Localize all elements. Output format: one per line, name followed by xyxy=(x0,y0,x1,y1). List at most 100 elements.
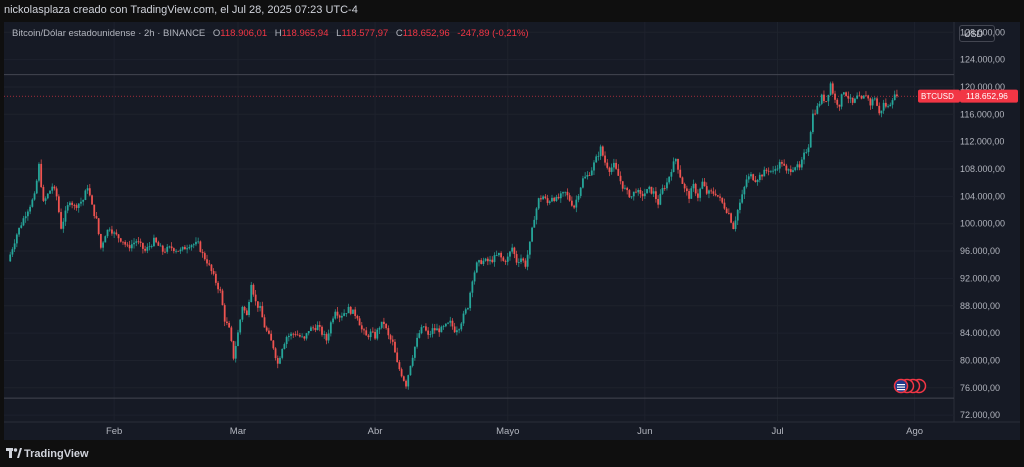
candle-body xyxy=(655,191,657,199)
candle-body xyxy=(657,198,660,205)
candle-body xyxy=(876,98,878,106)
candle-body xyxy=(199,241,202,252)
candle-body xyxy=(462,313,465,324)
candle-body xyxy=(464,309,467,314)
candle-body xyxy=(570,200,573,206)
chart-panel[interactable]: 72.000,00 76.000,00 80.000,00 84.000,00 88.0… xyxy=(4,22,1020,440)
candle-body xyxy=(486,258,489,262)
candle-body xyxy=(632,191,635,197)
candle-body xyxy=(316,325,319,331)
candle-body xyxy=(88,188,91,196)
candle-body xyxy=(648,186,651,190)
candle-body xyxy=(77,203,80,208)
candle-body xyxy=(427,330,430,335)
candle-body xyxy=(681,177,684,184)
candle-body xyxy=(579,187,582,196)
candle-body xyxy=(80,201,82,204)
candle-body xyxy=(268,330,270,334)
candle-body xyxy=(402,376,405,381)
candle-body xyxy=(398,362,401,370)
candle-body xyxy=(208,263,211,265)
candle-body xyxy=(542,196,545,200)
candle-body xyxy=(387,328,390,336)
candle-body xyxy=(250,284,253,302)
candle-body xyxy=(383,321,385,324)
candle-body xyxy=(57,196,60,213)
candle-body xyxy=(747,176,750,180)
candle-body xyxy=(785,165,788,171)
candle-body xyxy=(798,164,801,168)
legend-high: 118.965,94 xyxy=(281,28,329,39)
candle-body xyxy=(418,333,421,338)
currency-button[interactable]: USD xyxy=(959,25,995,42)
candle-body xyxy=(559,193,562,199)
candle-body xyxy=(473,272,476,282)
candle-body xyxy=(739,202,741,210)
candle-body xyxy=(321,326,323,335)
candle-body xyxy=(453,326,456,333)
candle-body xyxy=(526,254,529,267)
y-tick-label: 124.000,00 xyxy=(960,55,1005,65)
candle-body xyxy=(336,311,339,316)
candle-body xyxy=(276,358,279,364)
candle-body xyxy=(440,326,443,333)
price-chart[interactable]: 72.000,00 76.000,00 80.000,00 84.000,00 88.0… xyxy=(4,22,1020,440)
events-flag-icon[interactable] xyxy=(891,378,927,394)
candle-body xyxy=(234,346,237,359)
candle-body xyxy=(24,216,27,219)
candle-body xyxy=(378,327,381,330)
candle-body xyxy=(688,191,690,199)
candle-body xyxy=(239,319,242,333)
candle-body xyxy=(721,197,724,203)
candle-body xyxy=(345,313,348,314)
candle-body xyxy=(674,158,677,162)
candle-body xyxy=(416,337,418,347)
candle-body xyxy=(161,245,164,252)
candle-body xyxy=(27,211,29,217)
candle-body xyxy=(261,306,264,318)
candle-body xyxy=(270,333,273,341)
candle-body xyxy=(106,229,109,237)
candle-body xyxy=(75,205,78,208)
x-tick-label: Abr xyxy=(368,426,383,437)
candle-body xyxy=(796,164,799,168)
candle-body xyxy=(714,193,717,196)
candle-body xyxy=(407,375,410,387)
candle-body xyxy=(256,301,259,308)
candle-body xyxy=(568,195,571,201)
candle-body xyxy=(86,188,89,191)
candle-body xyxy=(522,258,525,261)
candle-body xyxy=(371,331,374,333)
candle-body xyxy=(217,282,219,290)
grid xyxy=(4,22,1020,423)
candle-body xyxy=(845,92,847,96)
y-tick-label: 100.000,00 xyxy=(960,219,1005,229)
candle-body xyxy=(652,191,655,194)
candle-body xyxy=(358,318,361,326)
candle-body xyxy=(615,162,617,169)
candle-body xyxy=(517,262,520,263)
candle-body xyxy=(854,98,856,103)
candle-body xyxy=(97,218,100,235)
candle-body xyxy=(851,97,854,103)
candle-body xyxy=(836,99,839,105)
candle-body xyxy=(659,193,662,205)
candle-body xyxy=(882,102,885,111)
candle-body xyxy=(73,204,76,206)
candle-body xyxy=(99,234,102,248)
candle-body xyxy=(117,234,120,239)
candle-body xyxy=(867,95,870,99)
legend-open: 118.906,01 xyxy=(220,28,268,39)
candle-body xyxy=(332,318,334,323)
candle-body xyxy=(692,183,695,189)
x-tick-label: Jul xyxy=(771,426,783,437)
candle-body xyxy=(292,333,295,335)
candle-body xyxy=(15,234,18,244)
candle-body xyxy=(752,174,755,181)
candle-body xyxy=(420,327,423,334)
candle-body xyxy=(210,264,213,272)
candle-body xyxy=(595,156,598,163)
candle-body xyxy=(411,357,414,366)
candle-body xyxy=(400,369,403,377)
candle-body xyxy=(40,163,43,187)
